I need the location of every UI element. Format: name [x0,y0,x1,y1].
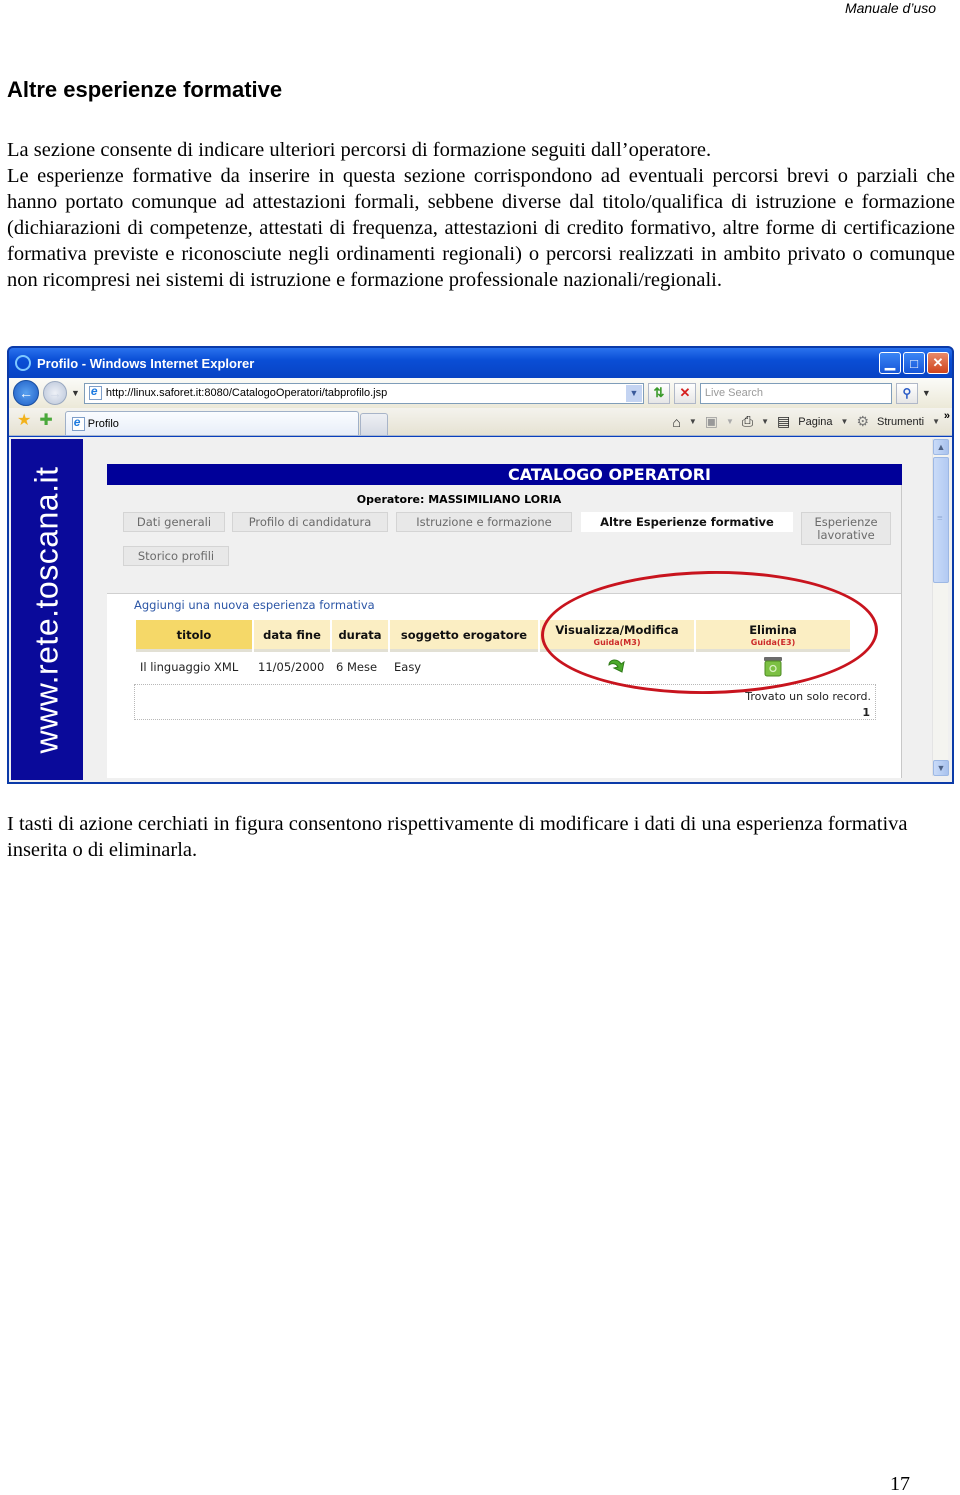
back-icon[interactable]: ← [13,380,39,406]
figure-caption: I tasti di azione cerchiati in figura co… [7,813,908,861]
brand-strip: www.rete.toscana.it [11,439,83,780]
catalog-banner: CATALOGO OPERATORI [107,464,902,485]
browser-window-screenshot: Profilo - Windows Internet Explorer ▁ □ … [7,346,954,784]
browser-tab-profilo[interactable]: Profilo [64,411,359,435]
add-experience-link[interactable]: Aggiungi una nuova esperienza formativa [134,598,375,612]
cell-soggetto-erogatore: Easy [394,660,422,674]
edit-arrow-icon[interactable] [606,656,628,676]
browser-viewport: www.rete.toscana.it CATALOGO OPERATORI O… [9,437,952,782]
tab-profilo-candidatura[interactable]: Profilo di candidatura [232,512,388,532]
tools-gear-icon: ⚙ [856,413,869,429]
guide-link-e3[interactable]: Guida(E3) [700,638,846,647]
scroll-down-icon[interactable]: ▼ [933,760,949,776]
page-number-link[interactable]: 1 [862,706,870,719]
page-icon: ▤ [777,413,791,429]
vertical-scrollbar[interactable]: ▲ ▼ [932,439,949,776]
more-commands-icon[interactable]: » [944,410,950,422]
new-tab-button[interactable] [359,413,388,435]
scroll-thumb[interactable] [933,457,949,583]
guide-link-m3[interactable]: Guida(M3) [544,638,690,647]
column-label: soggetto erogatore [400,627,528,642]
search-icon[interactable]: ⚲ [895,382,918,404]
column-header-titolo[interactable]: titolo [136,620,252,652]
command-bar: ⌂ ▼ ▣ ▼ ⎙ ▼ ▤ Pagina ▼ ⚙ Strumenti ▼ [672,413,940,430]
page-favicon-icon [88,384,102,400]
ie-logo-icon [15,355,31,371]
column-label: Visualizza/Modifica [555,622,679,637]
search-input[interactable]: Live Search [699,382,892,404]
address-url: http://linux.saforet.it:8080/CatalogoOpe… [105,387,388,399]
tab-title: Profilo [87,417,119,430]
intro-text: La sezione consente di indicare ulterior… [7,137,955,293]
search-placeholder: Live Search [704,387,764,399]
cell-durata: 6 Mese [336,660,378,674]
page-number: 17 [890,1473,910,1495]
window-titlebar: Profilo - Windows Internet Explorer ▁ □ … [9,348,952,378]
maximize-icon[interactable]: □ [903,352,925,374]
tab-content: Aggiungi una nuova esperienza formativa … [107,593,901,778]
table-header-row: titolo data fine durata soggetto erogato… [136,620,850,652]
address-bar: ← → ▼ http://linux.saforet.it:8080/Catal… [9,378,952,408]
operator-name: Operatore: MASSIMILIANO LORIA [356,493,562,506]
column-label: titolo [176,627,212,642]
favorites-star-icon[interactable]: ★ [17,410,31,430]
intro-paragraph-2: Le esperienze formative da inserire in q… [7,165,955,291]
column-header-soggetto-erogatore[interactable]: soggetto erogatore [390,620,538,652]
home-dropdown-icon[interactable]: ▼ [689,417,697,426]
column-label: Elimina [749,622,797,637]
record-count: Trovato un solo record. [745,690,871,703]
cell-delete [696,652,850,682]
profile-panel: Operatore: MASSIMILIANO LORIA Dati gener… [107,485,902,778]
page-dropdown-icon[interactable]: ▼ [841,417,849,426]
pager: Trovato un solo record. 1 [134,684,876,720]
tools-dropdown-icon[interactable]: ▼ [932,417,940,426]
home-icon[interactable]: ⌂ [672,414,680,430]
minimize-icon[interactable]: ▁ [879,352,901,374]
experiences-table: titolo data fine durata soggetto erogato… [134,620,852,682]
tab-esperienze-lavorative[interactable]: Esperienze lavorative [801,512,891,545]
brand-text: www.rete.toscana.it [28,466,65,753]
recycle-bin-icon[interactable] [762,655,784,677]
tab-bar: ★ ✚ Profilo ⌂ ▼ ▣ ▼ ⎙ ▼ ▤ Pagina ▼ ⚙ Strumen… [9,408,952,436]
tab-storico-profili[interactable]: Storico profili [123,546,229,566]
tools-menu[interactable]: Strumenti [877,416,924,428]
history-dropdown-icon[interactable]: ▼ [71,388,80,398]
cell-data-fine: 11/05/2000 [258,660,325,674]
refresh-icon[interactable]: ⇅ [647,382,670,404]
cell-titolo: Il linguaggio XML [140,660,239,674]
stop-icon[interactable]: ✕ [673,382,696,404]
search-options-dropdown-icon[interactable]: ▼ [922,388,931,398]
window-controls: ▁ □ ✕ [879,352,949,374]
column-header-durata[interactable]: durata [332,620,388,652]
tab-dati-generali[interactable]: Dati generali [123,512,225,532]
print-dropdown-icon[interactable]: ▼ [761,417,769,426]
address-input[interactable]: http://linux.saforet.it:8080/CatalogoOpe… [83,382,644,404]
close-icon[interactable]: ✕ [927,352,949,374]
scroll-up-icon[interactable]: ▲ [933,439,949,455]
feeds-dropdown-icon[interactable]: ▼ [726,417,734,426]
page-frame: CATALOGO OPERATORI Operatore: MASSIMILIA… [91,437,928,778]
window-title: Profilo - Windows Internet Explorer [37,355,255,371]
tab-istruzione-formazione[interactable]: Istruzione e formazione [396,512,572,532]
column-label: durata [338,627,382,642]
address-dropdown-icon[interactable]: ▼ [625,384,642,402]
feeds-icon[interactable]: ▣ [705,413,718,430]
forward-icon[interactable]: → [43,381,67,405]
tab-altre-esperienze-formative[interactable]: Altre Esperienze formative [581,512,793,532]
print-icon[interactable]: ⎙ [742,413,753,430]
section-title: Altre esperienze formative [7,77,283,102]
table-row: Il linguaggio XML 11/05/2000 6 Mese Easy [136,652,850,682]
intro-paragraph-1: La sezione consente di indicare ulterior… [7,139,712,161]
column-header-elimina: Elimina Guida(E3) [696,620,850,652]
column-header-visualizza-modifica: Visualizza/Modifica Guida(M3) [540,620,694,652]
column-header-data-fine[interactable]: data fine [254,620,330,652]
add-favorites-icon[interactable]: ✚ [39,410,52,430]
tab-favicon-icon [71,415,85,431]
running-header: Manuale d’uso [844,0,936,16]
cell-edit [540,652,694,682]
page-menu[interactable]: Pagina [798,416,832,428]
column-label: data fine [263,627,321,642]
